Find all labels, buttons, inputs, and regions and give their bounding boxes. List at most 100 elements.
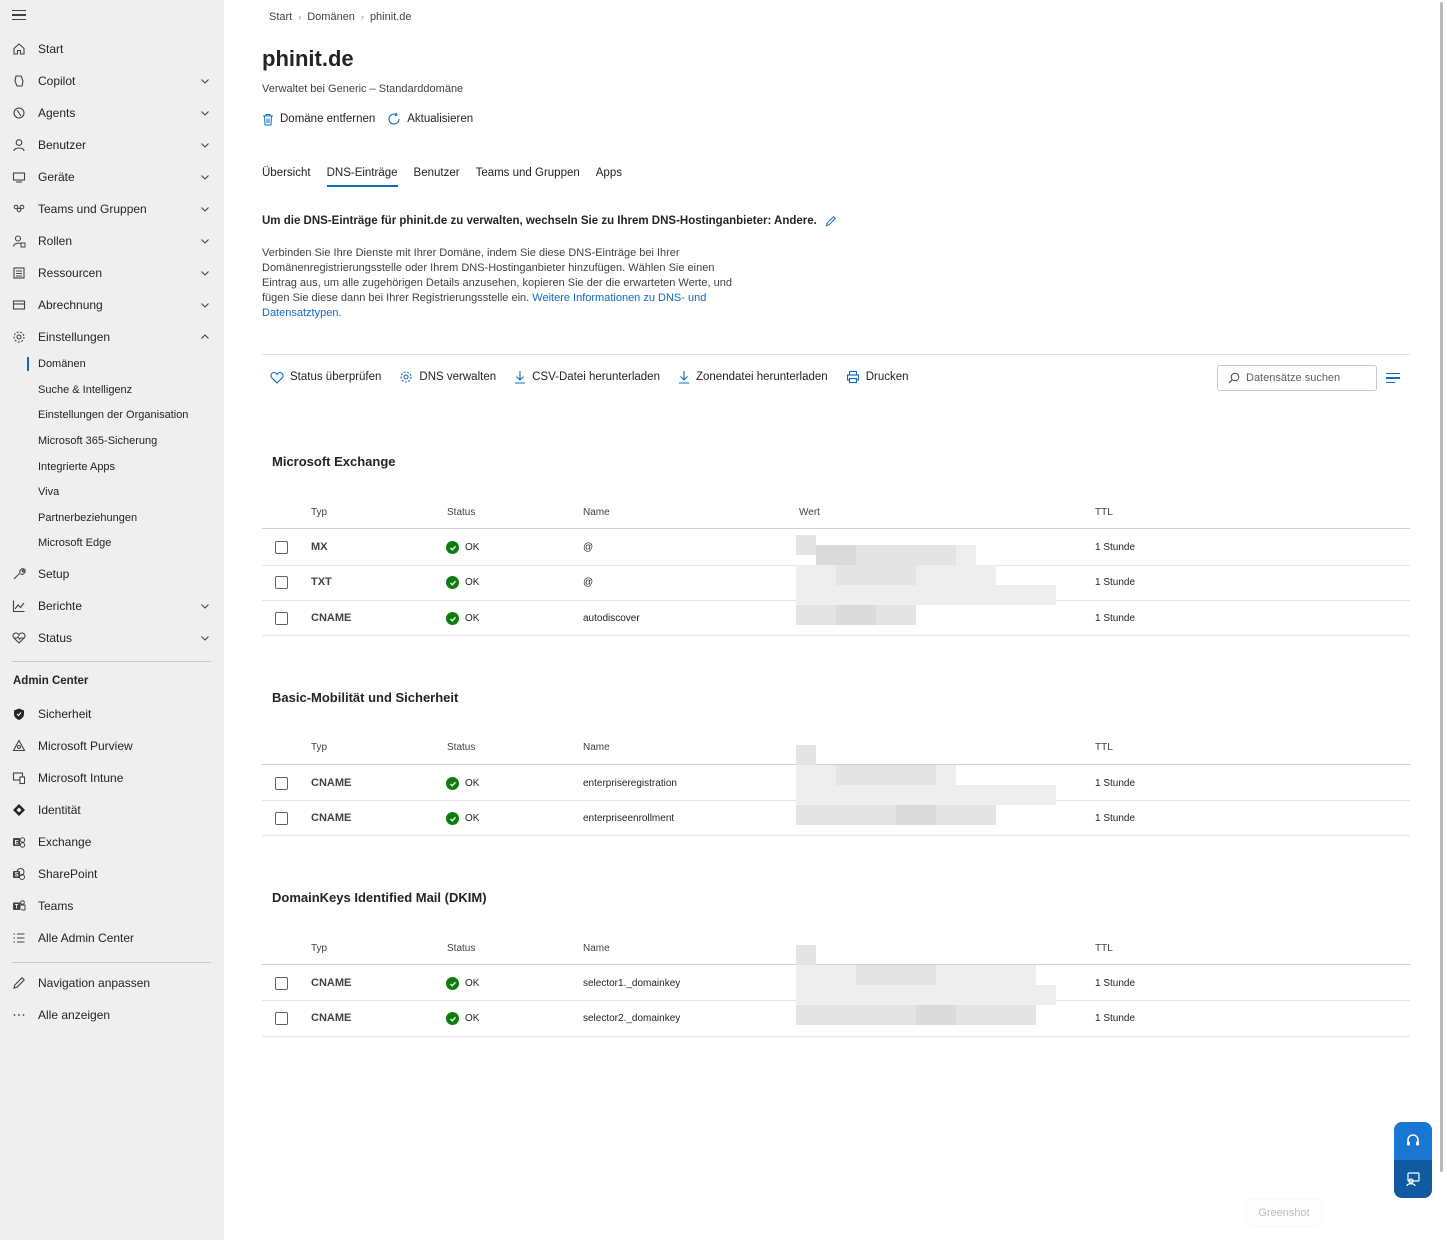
- nav-item-exchange[interactable]: E Exchange: [0, 830, 224, 854]
- sidebar: Start Copilot Agents Benutzer Geräte Tea…: [0, 0, 224, 1240]
- record-name: selector2._domainkey: [583, 1013, 681, 1024]
- col-head-name[interactable]: Name: [583, 943, 610, 954]
- nav-item-purview[interactable]: Microsoft Purview: [0, 734, 224, 758]
- refresh-button[interactable]: Aktualisieren: [387, 112, 473, 126]
- home-icon: [12, 42, 26, 56]
- record-status: OK: [446, 777, 479, 790]
- checkmark-circle-icon: [446, 1012, 459, 1025]
- nav-item-devices[interactable]: Geräte: [0, 165, 224, 189]
- record-name: autodiscover: [583, 613, 640, 624]
- nav-item-show-all[interactable]: Alle anzeigen: [0, 1003, 224, 1027]
- row-checkbox[interactable]: [275, 977, 288, 990]
- divider: [12, 661, 211, 662]
- sidebar-item-integrated-apps[interactable]: Integrierte Apps: [38, 461, 115, 473]
- tab-apps[interactable]: Apps: [596, 165, 622, 187]
- svg-text:S: S: [15, 873, 19, 879]
- nav-item-setup[interactable]: Setup: [0, 562, 224, 586]
- nav-item-resources[interactable]: Ressourcen: [0, 261, 224, 285]
- nav-item-settings[interactable]: Einstellungen: [0, 325, 224, 349]
- download-zone-file-button[interactable]: Zonendatei herunterladen: [678, 370, 828, 384]
- breadcrumb-start[interactable]: Start: [269, 11, 292, 23]
- check-status-button[interactable]: Status überprüfen: [270, 371, 381, 384]
- col-head-status[interactable]: Status: [447, 742, 475, 753]
- sidebar-item-domains[interactable]: Domänen: [38, 358, 86, 370]
- nav-item-status[interactable]: Status: [0, 626, 224, 650]
- heart-pulse-icon: [270, 371, 284, 384]
- sidebar-item-partner[interactable]: Partnerbeziehungen: [38, 512, 137, 524]
- col-head-type[interactable]: Typ: [311, 507, 327, 518]
- col-head-value[interactable]: Wert: [799, 507, 820, 518]
- sidebar-item-edge[interactable]: Microsoft Edge: [38, 537, 111, 549]
- nav-item-identity[interactable]: Identität: [0, 798, 224, 822]
- nav-item-users[interactable]: Benutzer: [0, 133, 224, 157]
- feedback-button[interactable]: [1394, 1160, 1432, 1198]
- tab-users[interactable]: Benutzer: [414, 165, 460, 187]
- record-status: OK: [446, 612, 479, 625]
- col-head-name[interactable]: Name: [583, 742, 610, 753]
- col-head-ttl[interactable]: TTL: [1095, 943, 1113, 954]
- print-button[interactable]: Drucken: [846, 370, 909, 384]
- record-type: TXT: [311, 576, 332, 588]
- col-head-name[interactable]: Name: [583, 507, 610, 518]
- chevron-right-icon: ›: [360, 12, 364, 22]
- edit-pencil-icon[interactable]: [825, 215, 837, 227]
- col-head-status[interactable]: Status: [447, 943, 475, 954]
- nav-item-copilot[interactable]: Copilot: [0, 69, 224, 93]
- tab-overview[interactable]: Übersicht: [262, 165, 311, 187]
- nav-item-security[interactable]: Sicherheit: [0, 702, 224, 726]
- nav-item-billing[interactable]: Abrechnung: [0, 293, 224, 317]
- roles-icon: [12, 234, 26, 248]
- col-head-type[interactable]: Typ: [311, 943, 327, 954]
- col-head-ttl[interactable]: TTL: [1095, 507, 1113, 518]
- tab-dns-records[interactable]: DNS-Einträge: [326, 165, 398, 187]
- scrollbar[interactable]: [1440, 2, 1443, 1172]
- nav-item-roles[interactable]: Rollen: [0, 229, 224, 253]
- nav-item-reports[interactable]: Berichte: [0, 594, 224, 618]
- checkmark-circle-icon: [446, 812, 459, 825]
- record-status: OK: [446, 576, 479, 589]
- row-checkbox[interactable]: [275, 541, 288, 554]
- person-icon: [12, 138, 26, 152]
- row-divider: [262, 635, 1410, 636]
- breadcrumb-domains[interactable]: Domänen: [307, 11, 355, 23]
- row-checkbox[interactable]: [275, 812, 288, 825]
- download-csv-button[interactable]: CSV-Datei herunterladen: [514, 370, 660, 384]
- checkmark-circle-icon: [446, 576, 459, 589]
- hamburger-menu-icon[interactable]: [12, 10, 26, 22]
- sidebar-item-search-intelligence[interactable]: Suche & Intelligenz: [38, 384, 132, 396]
- record-status: OK: [446, 812, 479, 825]
- record-type: MX: [311, 541, 328, 553]
- filter-icon[interactable]: [1386, 373, 1400, 386]
- nav-item-agents[interactable]: Agents: [0, 101, 224, 125]
- manage-dns-button[interactable]: DNS verwalten: [399, 370, 496, 384]
- record-name: enterpriseenrollment: [583, 813, 675, 824]
- sidebar-item-org-settings[interactable]: Einstellungen der Organisation: [38, 409, 188, 421]
- nav-item-customize-navigation[interactable]: Navigation anpassen: [0, 971, 224, 995]
- breadcrumb: Start › Domänen › phinit.de: [269, 11, 412, 23]
- record-type: CNAME: [311, 812, 352, 824]
- sidebar-item-viva[interactable]: Viva: [38, 486, 59, 498]
- col-head-status[interactable]: Status: [447, 507, 475, 518]
- download-icon: [678, 371, 689, 384]
- search-records-input[interactable]: Datensätze suchen: [1217, 365, 1377, 391]
- nav-item-intune[interactable]: Microsoft Intune: [0, 766, 224, 790]
- people-team-icon: [12, 202, 26, 216]
- nav-item-sharepoint[interactable]: S SharePoint: [0, 862, 224, 886]
- col-head-type[interactable]: Typ: [311, 742, 327, 753]
- tab-teams-groups[interactable]: Teams und Gruppen: [476, 165, 580, 187]
- nav-item-teams[interactable]: T Teams: [0, 894, 224, 918]
- row-checkbox[interactable]: [275, 777, 288, 790]
- record-type: CNAME: [311, 1012, 352, 1024]
- col-head-ttl[interactable]: TTL: [1095, 742, 1113, 753]
- divider: [262, 354, 1410, 355]
- nav-item-start[interactable]: Start: [0, 37, 224, 61]
- help-support-button[interactable]: [1394, 1122, 1432, 1160]
- row-checkbox[interactable]: [275, 576, 288, 589]
- breadcrumb-current: phinit.de: [369, 11, 412, 23]
- remove-domain-button[interactable]: Domäne entfernen: [262, 113, 375, 126]
- nav-item-all-admin-centers[interactable]: Alle Admin Center: [0, 926, 224, 950]
- row-checkbox[interactable]: [275, 612, 288, 625]
- nav-item-teams-groups[interactable]: Teams und Gruppen: [0, 197, 224, 221]
- row-checkbox[interactable]: [275, 1012, 288, 1025]
- sidebar-item-backup[interactable]: Microsoft 365-Sicherung: [38, 435, 157, 447]
